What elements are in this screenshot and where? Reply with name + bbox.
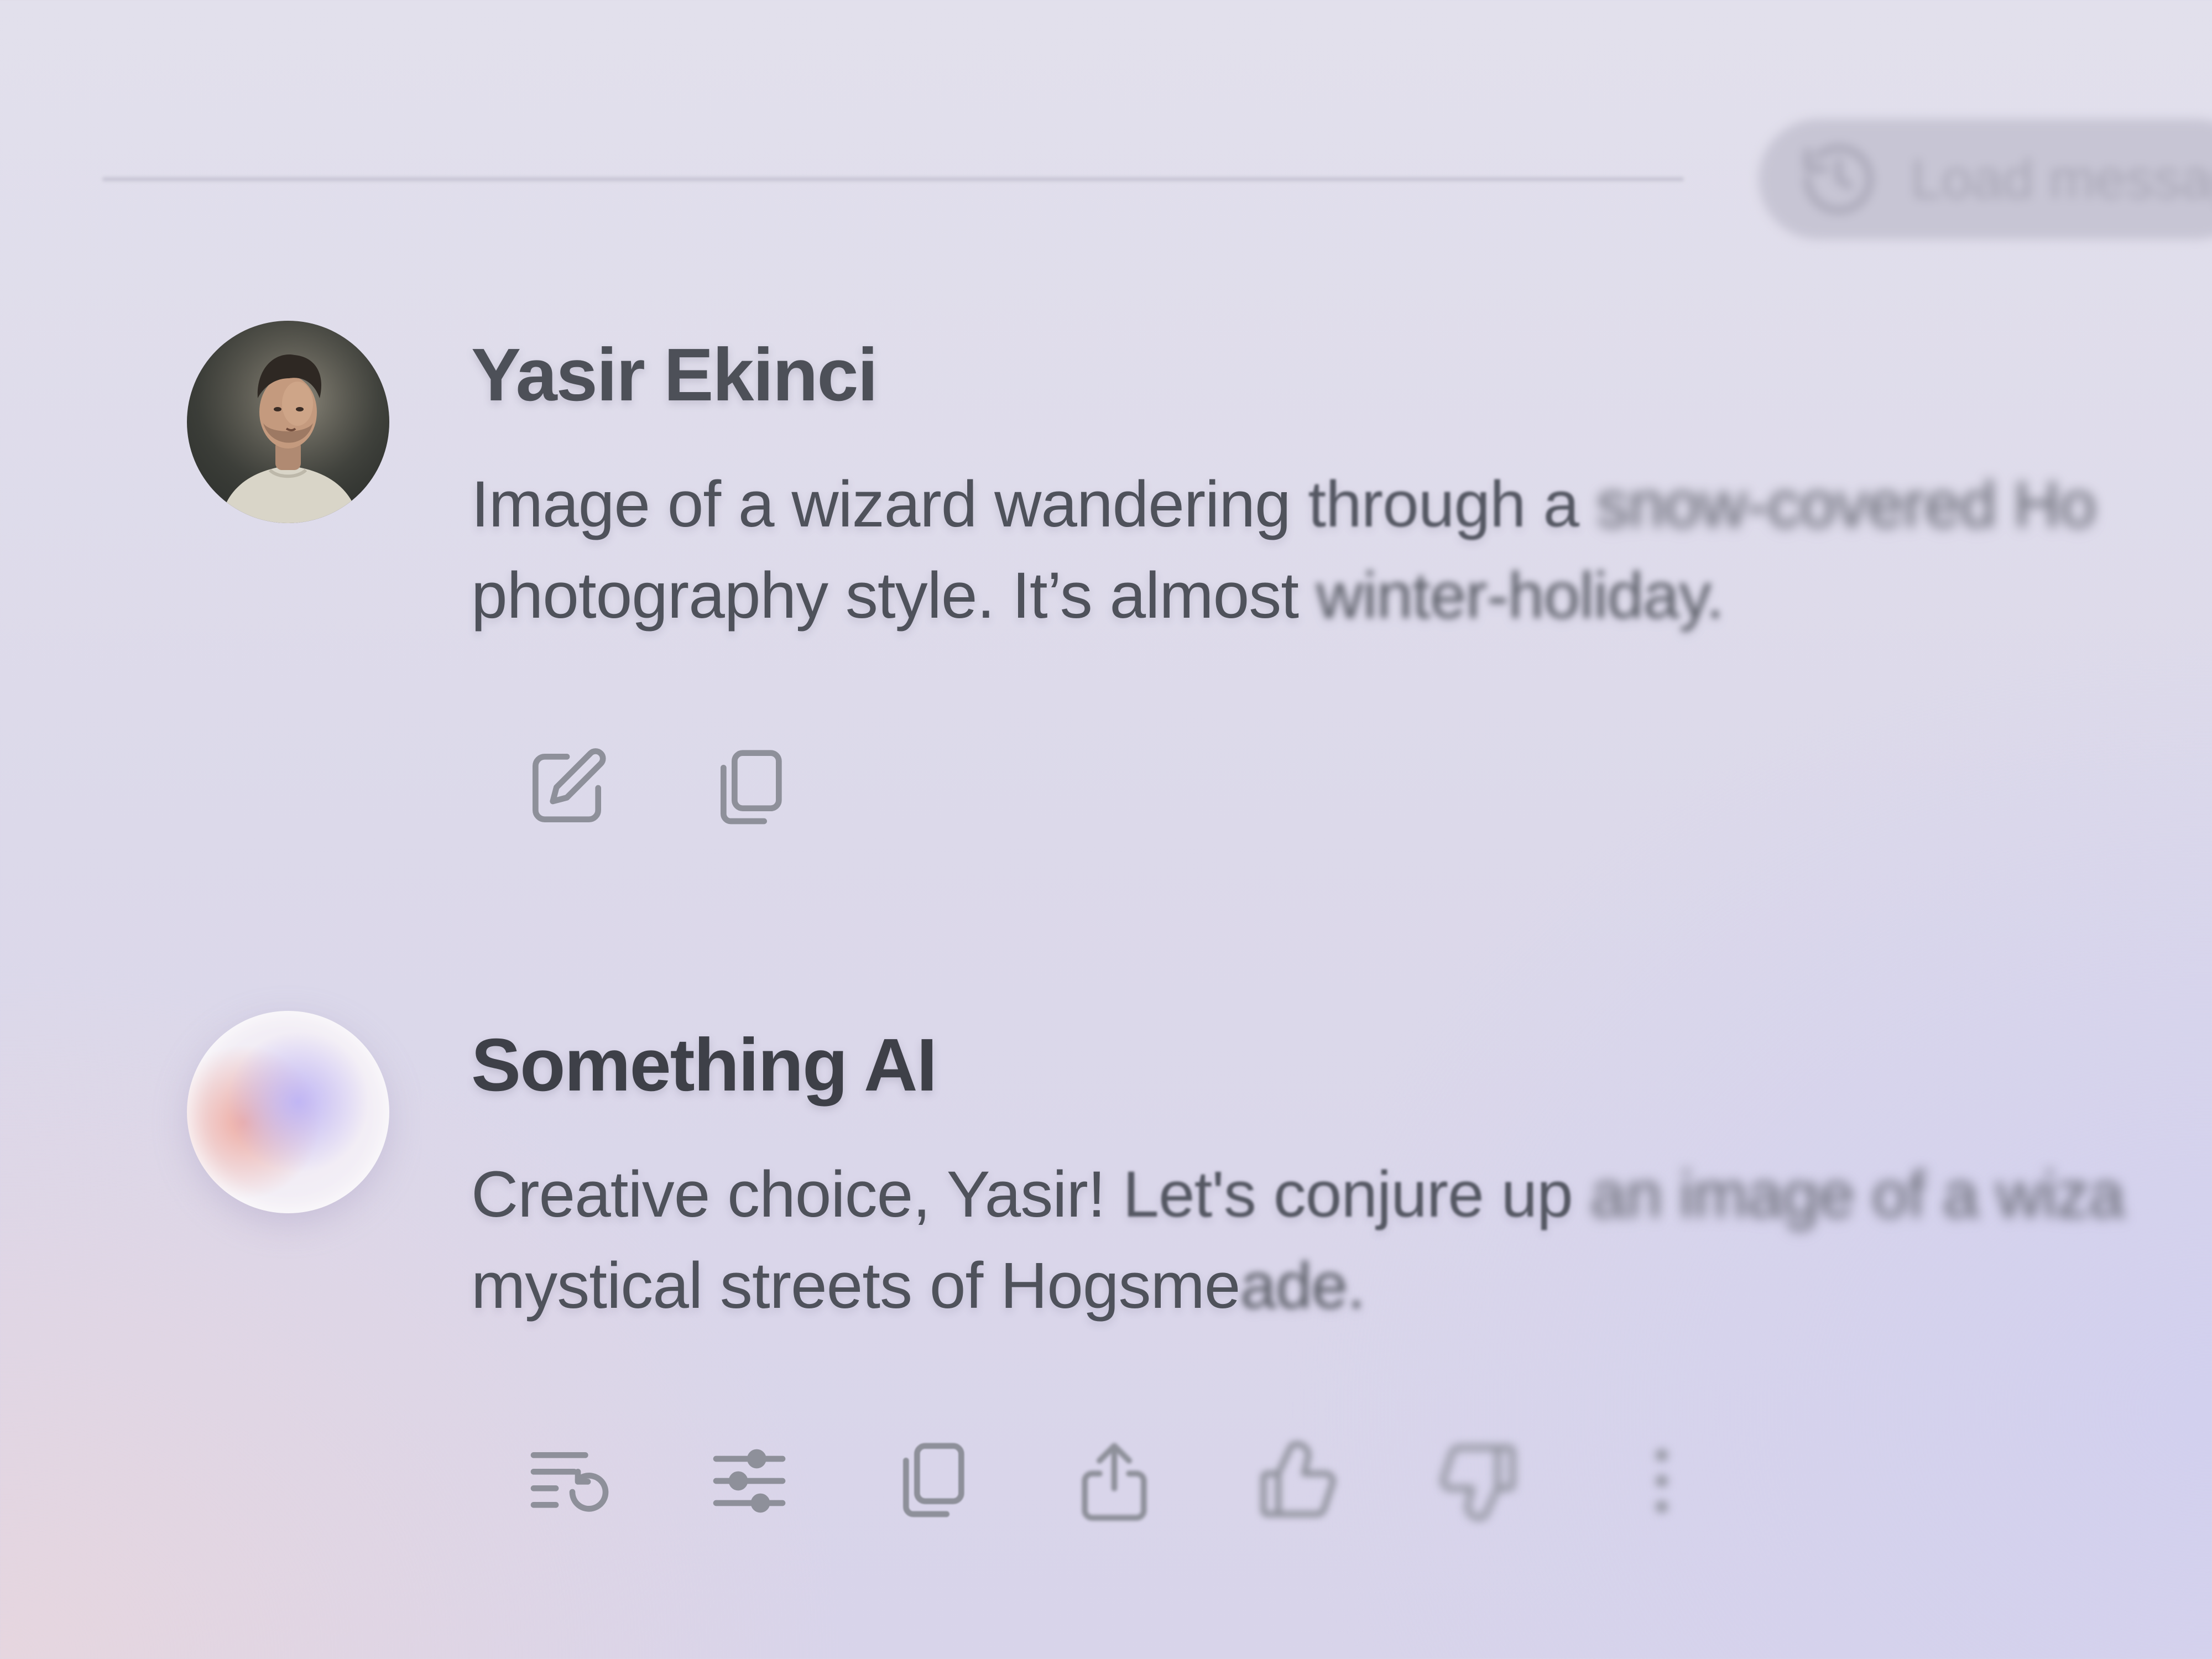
thumbs-down-icon	[1440, 1444, 1516, 1521]
message-text: Creative choice, Yasir! Let's conjure up…	[471, 1149, 2130, 1332]
message-text-segment: Let's conjure up	[1105, 1158, 1573, 1231]
message-text-segment: Creative choice, Yasir!	[471, 1158, 1106, 1231]
copy-button[interactable]	[885, 1434, 979, 1528]
adjust-icon	[713, 1449, 786, 1513]
message-text-segment: through a	[1290, 468, 1579, 541]
ai-avatar[interactable]	[187, 1011, 389, 1213]
message-actions	[520, 741, 885, 835]
copy-icon	[721, 750, 782, 825]
load-messages-button[interactable]: Load messages	[1759, 119, 2212, 239]
more-button[interactable]	[1615, 1434, 1709, 1528]
message-text-segment: an image of a wiza	[1572, 1158, 2125, 1231]
top-divider	[102, 177, 1684, 181]
message-text-segment: ade.	[1240, 1249, 1365, 1322]
message-text-segment: photography style. It’s almost	[471, 559, 1299, 632]
message-actions	[520, 1434, 1797, 1528]
adjust-button[interactable]	[702, 1434, 796, 1528]
sender-name: Yasir Ekinci	[471, 333, 878, 416]
message-text-segment: Image of a wizard wandering	[471, 468, 1291, 541]
more-icon	[1656, 1449, 1668, 1513]
share-button[interactable]	[1067, 1434, 1161, 1528]
copy-button[interactable]	[702, 741, 796, 835]
regenerate-icon	[530, 1452, 609, 1512]
thumbs-up-icon	[1260, 1441, 1336, 1517]
copy-icon	[903, 1443, 964, 1517]
message-text-segment: mystical streets of Hogsme	[471, 1249, 1240, 1322]
history-icon	[1797, 138, 1880, 221]
message-text: Image of a wizard wandering through a sn…	[471, 459, 2130, 641]
message-text-segment: winter-holiday.	[1298, 559, 1724, 632]
share-icon	[1082, 1443, 1147, 1521]
dislike-button[interactable]	[1432, 1434, 1526, 1528]
edit-icon	[533, 748, 606, 822]
avatar[interactable]	[187, 321, 389, 523]
message-text-segment: snow-covered Ho	[1579, 468, 2096, 541]
load-messages-label: Load messages	[1911, 148, 2212, 210]
sender-name: Something AI	[471, 1023, 937, 1107]
like-button[interactable]	[1250, 1434, 1344, 1528]
edit-button[interactable]	[520, 741, 614, 835]
regenerate-button[interactable]	[520, 1434, 614, 1528]
